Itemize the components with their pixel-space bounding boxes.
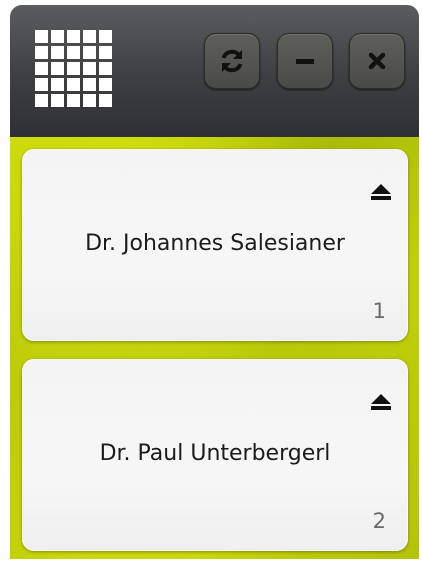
entry-card[interactable]: Dr. Paul Unterbergerl 2 — [22, 359, 408, 551]
close-icon — [368, 52, 386, 70]
app-window: Dr. Johannes Salesianer 1 Dr. Paul Unter… — [10, 5, 419, 559]
entry-name: Dr. Paul Unterbergerl — [99, 441, 331, 466]
entries-panel: Dr. Johannes Salesianer 1 Dr. Paul Unter… — [10, 137, 419, 559]
close-button[interactable] — [349, 33, 405, 89]
minimize-button[interactable] — [277, 33, 333, 89]
entry-name: Dr. Johannes Salesianer — [85, 231, 345, 256]
refresh-button[interactable] — [204, 33, 260, 89]
title-bar — [10, 5, 419, 137]
refresh-icon — [221, 49, 243, 73]
grid-icon[interactable] — [35, 30, 115, 110]
entry-number: 2 — [372, 509, 386, 533]
eject-icon[interactable] — [370, 393, 392, 411]
minimize-icon — [296, 59, 314, 64]
entry-number: 1 — [372, 299, 386, 323]
eject-icon[interactable] — [370, 183, 392, 201]
entry-card[interactable]: Dr. Johannes Salesianer 1 — [22, 149, 408, 341]
